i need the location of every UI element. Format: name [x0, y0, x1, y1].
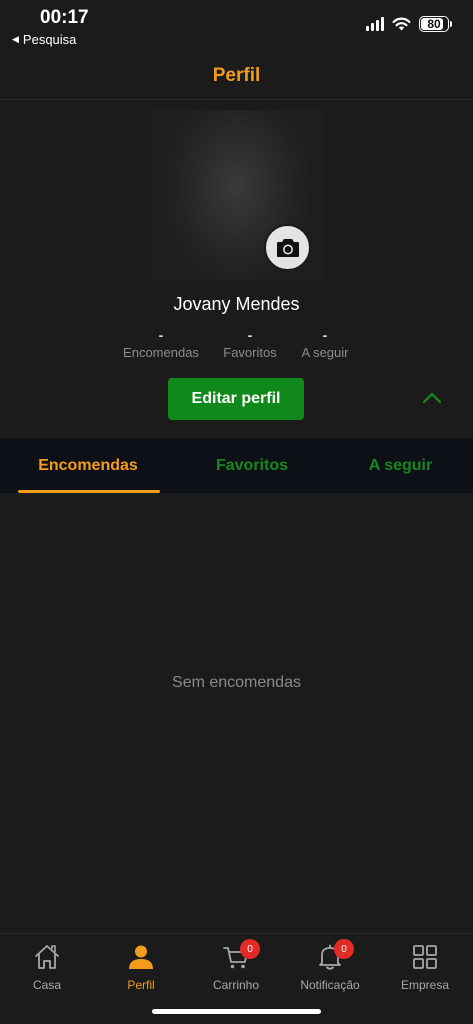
battery-icon: 80 — [419, 16, 452, 32]
nav-label-profile: Perfil — [127, 978, 155, 992]
chevron-up-icon — [422, 392, 442, 404]
page-title: Perfil — [212, 64, 261, 86]
stat-following-value: - — [322, 327, 328, 343]
tab-favorites[interactable]: Favoritos — [176, 438, 328, 493]
nav-item-cart[interactable]: 0 Carrinho — [189, 939, 283, 992]
page-header: Perfil — [0, 52, 473, 100]
notification-badge: 0 — [334, 939, 354, 959]
tab-following-label: A seguir — [368, 456, 433, 474]
nav-item-company[interactable]: Empresa — [378, 940, 472, 992]
back-arrow-icon: ◀ — [12, 34, 19, 44]
nav-label-home: Casa — [32, 978, 61, 992]
stat-following-label: A seguir — [301, 345, 349, 360]
nav-label-company: Empresa — [400, 978, 450, 992]
wifi-icon — [392, 17, 411, 31]
cart-badge: 0 — [240, 939, 260, 959]
stat-favorites-value: - — [247, 327, 253, 343]
stat-orders-label: Encomendas — [123, 345, 199, 360]
profile-tabs: Encomendas Favoritos A seguir — [0, 438, 473, 493]
battery-level: 80 — [427, 17, 441, 31]
stat-favorites-label: Favoritos — [223, 345, 277, 360]
nav-item-notifications[interactable]: 0 Notificação — [283, 939, 377, 992]
camera-icon — [276, 238, 299, 257]
profile-name: Jovany Mendes — [173, 294, 300, 314]
stat-orders-value: - — [158, 327, 164, 343]
grid-icon — [413, 945, 437, 969]
home-icon — [35, 945, 59, 969]
tab-favorites-label: Favoritos — [215, 456, 288, 474]
stat-following[interactable]: - A seguir — [291, 327, 359, 360]
tab-orders[interactable]: Encomendas — [0, 438, 176, 493]
system-icons: 80 — [366, 16, 452, 32]
nav-item-profile[interactable]: Perfil — [94, 940, 188, 992]
back-link-label: Pesquisa — [22, 32, 77, 47]
edit-profile-button[interactable]: Editar perfil — [168, 378, 304, 420]
status-bar: 00:17 ◀ Pesquisa 80 — [0, 0, 473, 52]
back-to-app-link[interactable]: ◀ Pesquisa — [12, 32, 76, 47]
user-icon — [129, 945, 153, 969]
change-photo-button[interactable] — [264, 224, 311, 271]
stat-favorites[interactable]: - Favoritos — [211, 327, 289, 360]
empty-state-message: Sem encomendas — [172, 674, 301, 691]
nav-label-notifications: Notificação — [300, 978, 360, 992]
status-time: 00:17 — [40, 7, 89, 28]
stat-orders[interactable]: - Encomendas — [111, 327, 211, 360]
collapse-profile-button[interactable] — [420, 386, 444, 410]
nav-label-cart: Carrinho — [212, 978, 260, 992]
tab-orders-label: Encomendas — [38, 456, 138, 474]
active-tab-indicator — [18, 490, 160, 493]
cellular-signal-icon — [366, 17, 384, 31]
tab-following[interactable]: A seguir — [328, 438, 473, 493]
home-indicator[interactable] — [152, 1009, 321, 1014]
nav-item-home[interactable]: Casa — [0, 940, 94, 992]
